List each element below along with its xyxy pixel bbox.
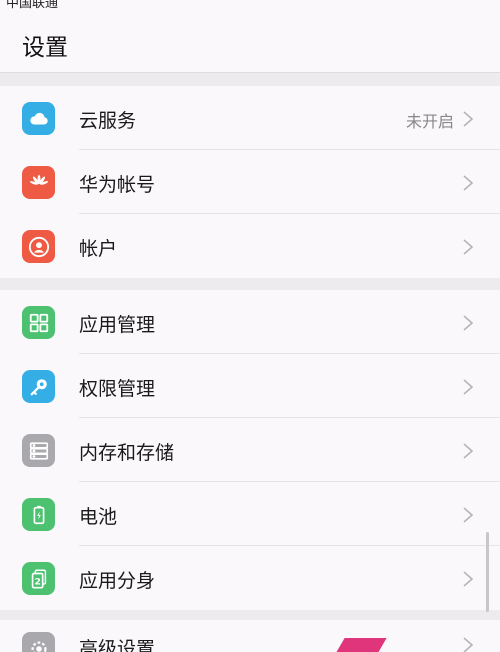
settings-row-cloud[interactable]: 云服务 未开启: [0, 86, 500, 150]
settings-row-account[interactable]: 帐户: [0, 214, 500, 278]
settings-row-label: 高级设置: [79, 638, 156, 652]
chevron-right-icon: [463, 571, 474, 587]
settings-row-value: 未开启: [405, 112, 454, 131]
group-divider: [0, 278, 500, 290]
svg-text:2: 2: [34, 576, 40, 587]
page-title: 设置: [22, 35, 68, 61]
settings-group-account: 云服务 未开启 华为帐号 帐户: [0, 86, 500, 278]
carrier-label: 中国联通: [6, 0, 59, 11]
settings-row-storage[interactable]: 内存和存储: [0, 418, 500, 482]
title-bar: 设置: [0, 14, 500, 72]
arrow-overlay-decoration: [335, 638, 387, 652]
settings-row-label: 华为帐号: [79, 174, 156, 196]
battery-icon: [22, 498, 55, 531]
chevron-right-icon: [463, 239, 474, 255]
user-icon: [22, 230, 55, 263]
settings-row-advanced[interactable]: 高级设置: [0, 620, 500, 652]
settings-row-app-manage[interactable]: 应用管理: [0, 290, 500, 354]
gear-icon: [22, 632, 55, 652]
huawei-logo-icon: [22, 166, 55, 199]
app-twin-icon: 2: [22, 562, 55, 595]
scrollbar-thumb[interactable]: [486, 532, 489, 612]
settings-group-device: 应用管理 权限管理 内存和存储 电池 2 应用分身: [0, 290, 500, 610]
status-bar: 中国联通: [0, 0, 500, 14]
settings-row-huawei-id[interactable]: 华为帐号: [0, 150, 500, 214]
settings-row-label: 云服务: [79, 110, 137, 132]
settings-row-battery[interactable]: 电池: [0, 482, 500, 546]
settings-row-label: 电池: [79, 506, 118, 528]
group-divider: [0, 72, 500, 86]
grid-icon: [22, 306, 55, 339]
chevron-right-icon: [463, 379, 474, 395]
chevron-right-icon: [463, 507, 474, 523]
chevron-right-icon: [463, 637, 474, 652]
settings-row-label: 内存和存储: [79, 442, 175, 464]
settings-row-app-twin[interactable]: 2 应用分身: [0, 546, 500, 610]
settings-row-label: 帐户: [79, 238, 118, 260]
settings-group-system: 高级设置: [0, 620, 500, 652]
chevron-right-icon: [463, 111, 474, 127]
storage-icon: [22, 434, 55, 467]
chevron-right-icon: [463, 315, 474, 331]
key-icon: [22, 370, 55, 403]
settings-row-label: 应用管理: [79, 314, 156, 336]
settings-row-label: 权限管理: [79, 378, 156, 400]
settings-row-label: 应用分身: [79, 570, 156, 592]
chevron-right-icon: [463, 443, 474, 459]
group-divider: [0, 610, 500, 620]
chevron-right-icon: [463, 175, 474, 191]
settings-row-permission[interactable]: 权限管理: [0, 354, 500, 418]
cloud-icon: [22, 102, 55, 135]
